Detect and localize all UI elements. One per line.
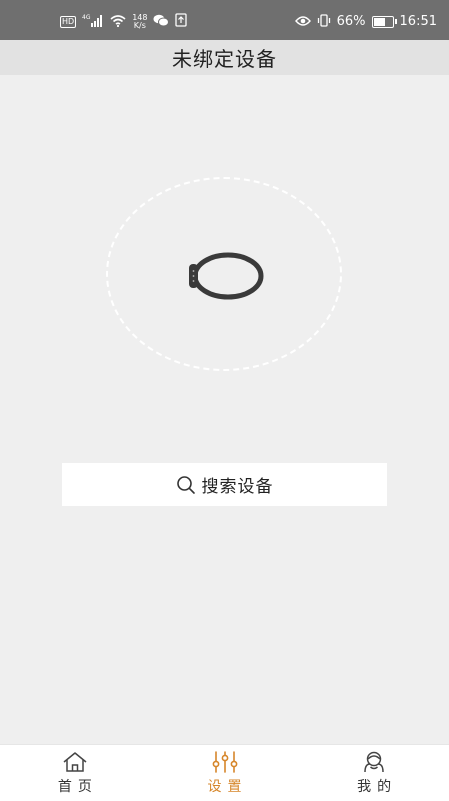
notification-icon bbox=[175, 12, 188, 31]
profile-icon bbox=[364, 751, 384, 773]
net-speed: 148 K/s bbox=[132, 13, 147, 30]
status-time: 16:51 bbox=[399, 13, 437, 29]
status-bar: HD 4G 148 K/s 66% 16:51 bbox=[0, 0, 449, 40]
nav-item-home[interactable]: 首页 bbox=[0, 745, 150, 801]
vibrate-icon bbox=[317, 12, 331, 31]
signal-icon: 4G bbox=[82, 12, 104, 31]
nav-item-settings[interactable]: 设置 bbox=[150, 745, 300, 801]
network-type: 4G bbox=[82, 14, 91, 21]
nav-item-mine[interactable]: 我的 bbox=[299, 745, 449, 801]
status-left: HD 4G 148 K/s bbox=[60, 12, 188, 31]
nav-label-mine: 我的 bbox=[357, 779, 398, 795]
wifi-icon bbox=[110, 12, 126, 31]
eye-comfort-icon bbox=[294, 12, 311, 31]
battery-icon bbox=[371, 15, 397, 28]
net-speed-unit: K/s bbox=[133, 20, 146, 30]
search-label: 搜索设备 bbox=[201, 477, 274, 497]
wechat-icon bbox=[153, 12, 170, 31]
battery-fill bbox=[373, 17, 385, 26]
battery-percent: 66% bbox=[336, 13, 366, 29]
header: 未绑定设备 bbox=[0, 40, 449, 75]
nav-label-home: 首页 bbox=[57, 779, 98, 795]
page-title: 未绑定设备 bbox=[172, 47, 277, 71]
smart-band-icon bbox=[189, 252, 264, 300]
nav-label-settings: 设置 bbox=[207, 779, 248, 795]
status-right: 66% 16:51 bbox=[294, 12, 437, 31]
search-icon bbox=[176, 475, 195, 494]
search-device-button[interactable]: 搜索设备 bbox=[62, 463, 387, 506]
home-icon bbox=[63, 752, 87, 772]
sliders-icon bbox=[212, 751, 237, 773]
hd-badge: HD bbox=[60, 15, 77, 28]
bottom-nav: 首页 设置 我的 bbox=[0, 744, 449, 801]
